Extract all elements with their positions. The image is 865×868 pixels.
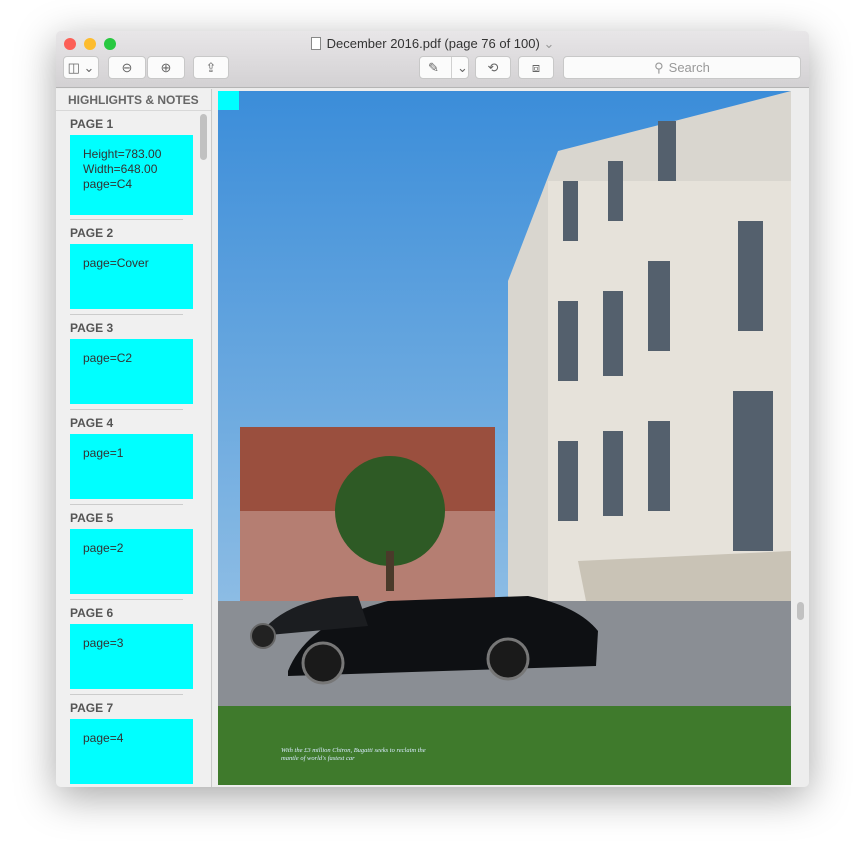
sidebar-toggle-button[interactable]: ◫ ⌄ [63,56,99,79]
note-item-page-5[interactable]: PAGE 5 page=2 [56,505,211,600]
note-highlight[interactable]: page=Cover [70,244,193,309]
page-label: PAGE 1 [70,117,114,131]
sidebar-scrollbar[interactable] [200,114,207,160]
rotate-button[interactable]: ⟲ [475,56,511,79]
chevron-down-icon: ⌄ [543,36,555,51]
zoom-in-icon: ⊕ [160,59,172,75]
title-text: December 2016.pdf (page 76 of 100) [326,36,540,51]
search-placeholder: Search [668,60,710,75]
page-label: PAGE 3 [70,321,114,335]
window-title[interactable]: December 2016.pdf (page 76 of 100) ⌄ [56,36,809,52]
zoom-out-button[interactable]: ⊖ [108,56,146,79]
note-item-page-7[interactable]: PAGE 7 page=4 [56,695,211,787]
pdf-page[interactable]: With the £3 million Chiron, Bugatti seek… [218,91,791,785]
note-item-page-2[interactable]: PAGE 2 page=Cover [56,220,211,315]
note-highlight[interactable]: page=2 [70,529,193,594]
highlight-note-marker[interactable] [218,91,239,110]
document-view[interactable]: With the £3 million Chiron, Bugatti seek… [213,89,809,787]
title-bar: December 2016.pdf (page 76 of 100) ⌄ ◫ ⌄… [56,31,809,88]
share-icon: ⇪ [205,59,217,75]
zoom-in-button[interactable]: ⊕ [147,56,185,79]
search-field[interactable]: ⚲ Search [563,56,801,79]
page-label: PAGE 6 [70,606,114,620]
note-highlight[interactable]: page=1 [70,434,193,499]
document-scrollbar[interactable] [797,602,804,620]
preview-window: December 2016.pdf (page 76 of 100) ⌄ ◫ ⌄… [56,31,809,787]
rotate-icon: ⟲ [487,59,499,75]
sidebar-header: HIGHLIGHTS & NOTES [56,89,211,111]
toolbox-icon: ⧈ [531,59,541,75]
page-label: PAGE 4 [70,416,114,430]
zoom-out-icon: ⊖ [121,59,133,75]
search-icon: ⚲ [654,59,664,75]
sidebar-icon: ◫ ⌄ [67,59,95,75]
note-highlight[interactable]: page=C2 [70,339,193,404]
markup-button[interactable]: ✎ ⌄ [419,56,469,79]
page-photo [218,91,791,785]
document-icon [310,37,321,50]
note-highlight[interactable]: page=3 [70,624,193,689]
share-button[interactable]: ⇪ [193,56,229,79]
markup-pen-icon: ✎ [428,59,439,75]
toolbox-button[interactable]: ⧈ [518,56,554,79]
note-item-page-4[interactable]: PAGE 4 page=1 [56,410,211,505]
sidebar: HIGHLIGHTS & NOTES PAGE 1 Height=783.00 W… [56,89,212,787]
note-item-page-3[interactable]: PAGE 3 page=C2 [56,315,211,410]
page-label: PAGE 5 [70,511,114,525]
note-highlight[interactable]: Height=783.00 Width=648.00 page=C4 [70,135,193,215]
chevron-down-icon[interactable]: ⌄ [451,57,468,78]
note-highlight[interactable]: page=4 [70,719,193,784]
page-label: PAGE 2 [70,226,114,240]
page-label: PAGE 7 [70,701,114,715]
note-item-page-6[interactable]: PAGE 6 page=3 [56,600,211,695]
photo-caption: With the £3 million Chiron, Bugatti seek… [281,747,426,762]
note-item-page-1[interactable]: PAGE 1 Height=783.00 Width=648.00 page=C4 [56,111,211,220]
